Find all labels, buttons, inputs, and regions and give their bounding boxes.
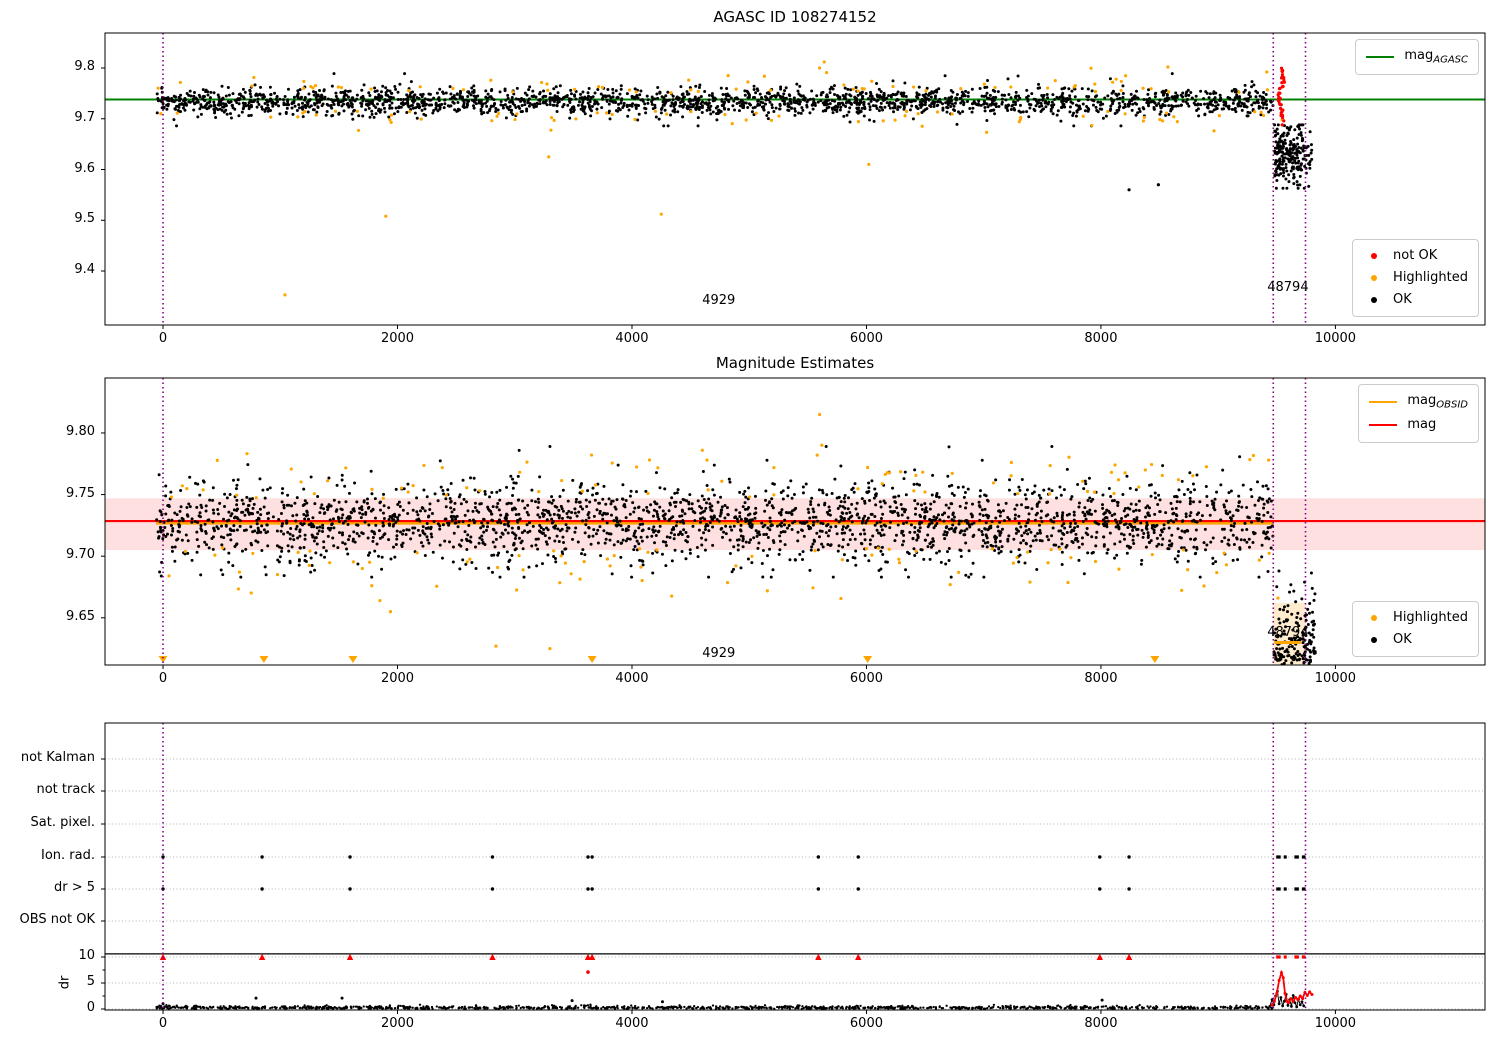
legend-label: OK [1393, 631, 1412, 647]
legend-point-types-1: not OK Highlighted OK [1352, 238, 1479, 317]
x-tick-label: 10000 [1314, 1016, 1357, 1031]
y-tick-label: 9.5 [74, 211, 95, 227]
x-tick-label: 10000 [1314, 331, 1357, 346]
legend-item-highlighted: Highlighted [1363, 607, 1468, 629]
x-tick-label: 0 [158, 1016, 168, 1031]
x-tick-label: 4000 [615, 1016, 649, 1031]
legend-mag-lines: magOBSID mag [1358, 384, 1479, 444]
x-tick-label: 10000 [1314, 671, 1357, 686]
black-dot-icon [1371, 636, 1378, 643]
y-tick-label: Ion. rad. [41, 848, 95, 863]
orange-dot-icon [1371, 274, 1378, 281]
y-tick-label: dr > 5 [53, 880, 95, 895]
x-tick-label: 6000 [849, 671, 883, 686]
x-tick-label: 8000 [1084, 331, 1118, 346]
x-tick-label: 6000 [849, 1016, 883, 1031]
not-ok-points [1276, 66, 1286, 127]
red-line-swatch [1369, 424, 1398, 427]
y-tick-label: 9.7 [74, 109, 95, 125]
x-tick-label: 6000 [849, 331, 883, 346]
y-tick-label: 9.4 [74, 262, 95, 277]
black-dot-icon [1371, 296, 1378, 303]
x-tick-label: 0 [158, 671, 168, 686]
x-tick-label: 0 [158, 331, 168, 346]
y-tick-label: OBS not OK [19, 912, 96, 927]
y-tick-label: not Kalman [20, 750, 95, 765]
legend-item-highlighted: Highlighted [1363, 267, 1468, 289]
x-tick-label: 4000 [615, 331, 649, 346]
y-tick-label: not track [36, 782, 95, 797]
gridlines [105, 758, 1485, 1010]
ok-points [155, 445, 1317, 665]
x-tick-label: 4000 [615, 671, 649, 686]
mag-estimates-plot-area [105, 378, 1485, 665]
orange-dot-icon [1371, 614, 1378, 621]
x-tick-label: 8000 [1084, 1016, 1118, 1031]
legend-item-ok: OK [1363, 289, 1468, 311]
y-tick-label: Sat. pixel. [30, 815, 95, 830]
highlighted-points [156, 60, 1284, 297]
dr-capped-markers [159, 953, 1306, 974]
y-tick-label: 9.70 [66, 547, 95, 563]
y-tick-label: 9.8 [74, 59, 95, 75]
annotation-4929: 4929 [702, 646, 735, 661]
legend-label: magAGASC [1404, 48, 1468, 66]
orange-line-swatch [1369, 400, 1398, 403]
legend-point-types-2: Highlighted OK [1352, 600, 1479, 657]
legend-label: Highlighted [1393, 269, 1468, 285]
y-tick-label: 9.80 [66, 423, 95, 439]
legend-item-ok: OK [1363, 629, 1468, 651]
panel1-title: AGASC ID 108274152 [713, 8, 877, 26]
y-tick-label: 9.6 [74, 160, 95, 176]
legend-label: magOBSID [1407, 393, 1468, 411]
legend-label: OK [1393, 291, 1412, 307]
legend-mag-agasc: magAGASC [1355, 39, 1479, 75]
clipped-low-markers [158, 656, 1160, 663]
legend-label: mag [1407, 416, 1437, 432]
legend-item-mag-obsid: magOBSID [1369, 390, 1468, 414]
y-tick-label: 5 [86, 974, 95, 989]
y-tick-label: 10 [78, 948, 95, 963]
legend-item-not-ok: not OK [1363, 245, 1468, 267]
y-tick-label: 9.75 [66, 485, 95, 501]
panel-flags-dr: dr 0 2000 4000 6000 8000 10000 not Kalman not t… [20, 722, 1486, 1031]
annotation-4929: 4929 [702, 293, 735, 308]
y-tick-label: 0 [86, 1000, 95, 1015]
dr-anomaly-red [1270, 969, 1314, 1007]
panel-magnitude-estimates: 4929 48794 magOBSID mag Highlighted OK 0 2… [66, 377, 1486, 686]
annotation-48794: 48794 [1267, 280, 1308, 295]
x-tick-label: 2000 [380, 671, 415, 686]
legend-label: Highlighted [1393, 609, 1468, 625]
legend-label: not OK [1393, 247, 1438, 263]
green-line-swatch [1366, 55, 1395, 58]
legend-item-mag-agasc: magAGASC [1366, 45, 1468, 69]
legend-item-mag: mag [1369, 414, 1468, 438]
panel-agasc: 4929 48794 magAGASC not OK Highlighted OK… [74, 32, 1486, 346]
flags-plot-area [105, 723, 1485, 1011]
y-tick-label: 9.65 [66, 608, 95, 624]
dr-baseline-points [155, 996, 1275, 1011]
x-tick-label: 2000 [380, 1016, 415, 1031]
flag-points [161, 855, 1306, 891]
ok-points [155, 72, 1314, 192]
x-tick-label: 2000 [380, 331, 415, 346]
x-tick-label: 8000 [1084, 671, 1118, 686]
annotation-48794: 48794 [1267, 625, 1308, 640]
panel2-title: Magnitude Estimates [715, 354, 875, 372]
red-dot-icon [1371, 252, 1378, 259]
figure: AGASC ID 108274152 4929 48794 magAGASC no… [0, 0, 1500, 1050]
